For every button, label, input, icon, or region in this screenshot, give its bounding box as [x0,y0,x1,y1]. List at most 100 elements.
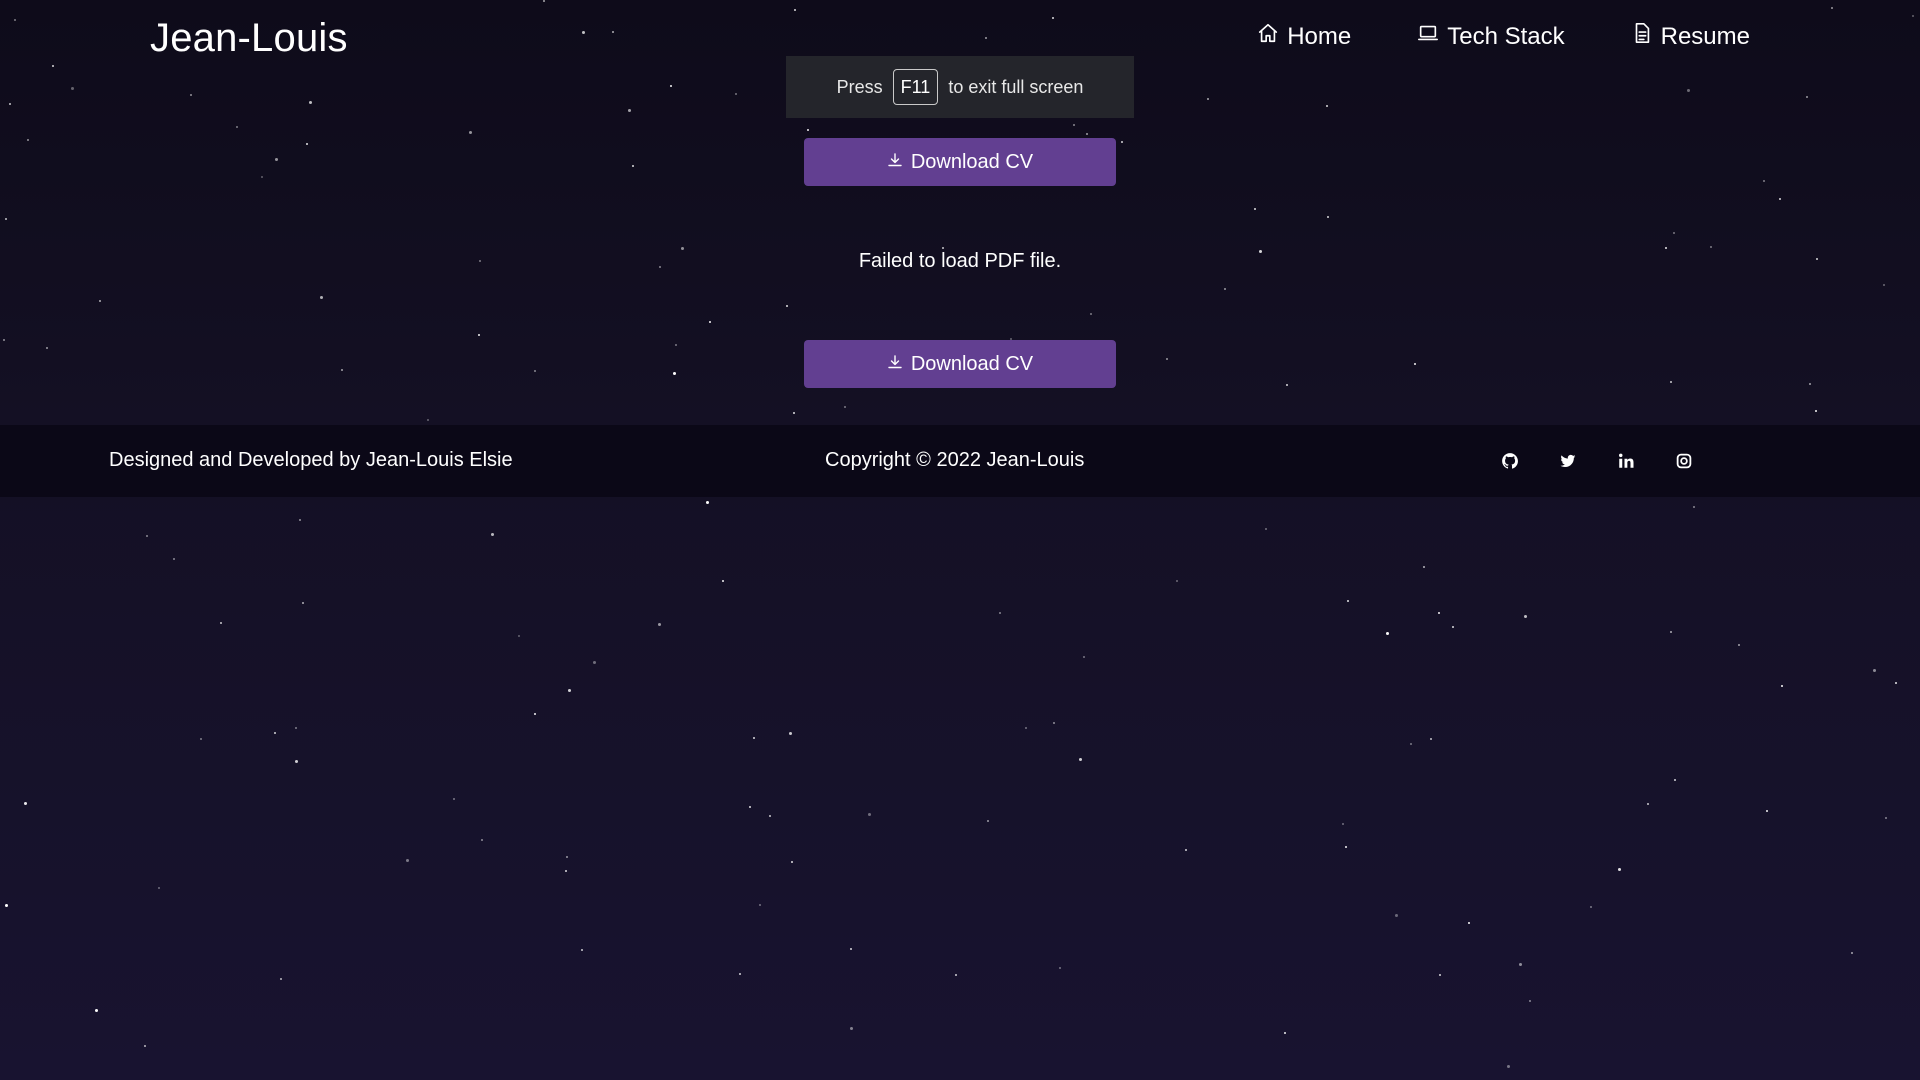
star [807,129,809,131]
star [1073,124,1075,126]
star [295,760,298,763]
star [566,856,568,858]
instagram-icon[interactable] [1674,451,1694,471]
download-cv-button-bottom[interactable]: Download CV [804,340,1116,388]
star [9,103,11,105]
star [739,973,741,975]
fullscreen-notice: Press F11 to exit full screen [786,56,1134,118]
star [1673,232,1675,234]
star [844,406,846,408]
f11-key: F11 [892,69,939,105]
star [753,737,755,739]
nav-home[interactable]: Home [1257,22,1351,51]
star [709,321,711,323]
star [71,87,74,90]
star [1265,528,1267,530]
star [1507,1065,1510,1068]
star [1059,967,1061,969]
nav-resume-label: Resume [1660,22,1750,50]
star [200,738,202,740]
download-cv-label: Download CV [910,150,1034,173]
star [173,558,175,560]
nav-resume[interactable]: Resume [1631,22,1750,51]
star [1674,779,1676,781]
star [1410,743,1412,745]
social-links [1500,451,1694,471]
star [749,806,751,808]
star [534,370,536,372]
star [534,713,536,715]
star [306,143,308,145]
star [670,85,672,87]
fullscreen-notice-suffix: to exit full screen [948,76,1084,97]
star [581,949,583,951]
star [706,501,709,504]
fullscreen-notice-prefix: Press [836,76,883,97]
star [1347,600,1349,602]
star [1052,17,1054,19]
star [850,948,852,950]
laptop-icon [1417,22,1439,51]
star [1687,89,1690,92]
star [985,37,987,39]
star [481,839,483,841]
star [955,974,957,976]
twitter-icon[interactable] [1558,451,1578,471]
star [5,904,8,907]
star [769,815,771,817]
star [1468,922,1470,924]
star [261,176,263,178]
star [280,978,282,980]
star [478,334,480,336]
star [220,622,222,624]
star [722,580,724,582]
star [1452,626,1454,628]
star [675,344,677,346]
star [793,412,795,414]
star [1647,803,1649,805]
star [146,535,148,537]
star [158,887,160,889]
star [543,0,545,2]
star [1895,682,1897,684]
star [632,165,634,167]
star [427,419,429,421]
star [1166,358,1168,360]
star [1414,363,1416,365]
star [1254,208,1256,210]
star [5,218,7,220]
star [1781,685,1783,687]
nav-tech-stack-label: Tech Stack [1447,22,1565,50]
star [46,347,48,349]
linkedin-icon[interactable] [1616,451,1636,471]
main-nav: Home Tech Stack Resume [1257,22,1750,51]
star [190,94,192,96]
star [1386,632,1389,635]
star [341,369,343,371]
star [582,31,585,34]
star [987,820,989,822]
star [1519,963,1522,966]
star [1086,133,1088,135]
footer: Designed and Developed by Jean-Louis Els… [0,425,1920,497]
document-icon [1631,22,1653,51]
nav-tech-stack[interactable]: Tech Stack [1417,22,1565,51]
star [1342,823,1344,825]
star [1710,246,1712,248]
star [99,300,101,302]
star [735,93,737,95]
star [27,139,29,141]
download-icon [887,151,903,174]
star [628,109,631,112]
star [1883,284,1885,286]
star [1766,810,1768,812]
github-icon[interactable] [1500,451,1520,471]
download-cv-button-top[interactable]: Download CV [804,138,1116,186]
star [794,9,796,11]
star [491,533,494,536]
star [1176,580,1178,582]
brand-logo[interactable]: Jean-Louis [150,16,348,61]
star [406,859,409,862]
nav-home-label: Home [1287,22,1352,50]
star [1851,952,1853,954]
